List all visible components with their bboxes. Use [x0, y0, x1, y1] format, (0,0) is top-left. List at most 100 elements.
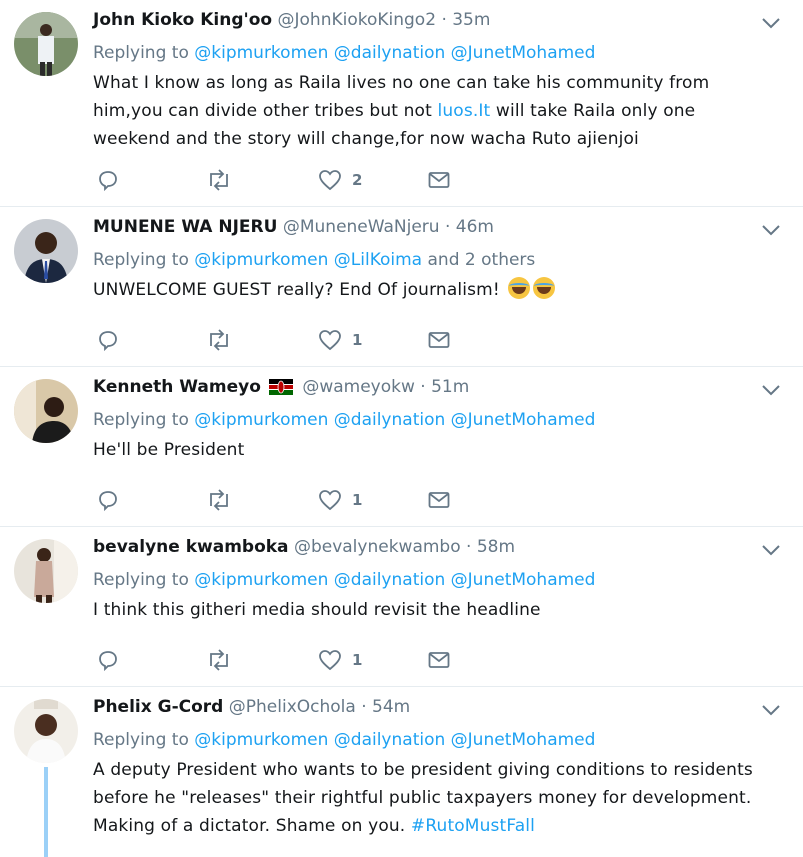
author-name[interactable]: Phelix G-Cord — [93, 697, 223, 717]
chevron-down-icon[interactable] — [761, 383, 781, 397]
reply-icon — [99, 331, 117, 352]
retweet-button[interactable] — [206, 328, 232, 352]
tweet[interactable]: bevalyne kwamboka @bevalynekwambo · 58m … — [0, 527, 803, 687]
retweet-button[interactable] — [206, 648, 232, 672]
mention-link[interactable]: @kipmurkomen — [194, 250, 328, 270]
mention-link[interactable]: @JunetMohamed — [451, 730, 596, 750]
replying-to: Replying to @kipmurkomen @dailynation @J… — [93, 408, 763, 432]
mention-link[interactable]: @kipmurkomen — [194, 410, 328, 430]
author-name[interactable]: MUNENE WA NJERU — [93, 217, 277, 237]
author-name[interactable]: bevalyne kwamboka — [93, 537, 289, 557]
chevron-down-icon[interactable] — [761, 16, 781, 30]
replying-label: Replying to — [93, 250, 189, 270]
message-button[interactable] — [427, 168, 451, 192]
tweet-text: He'll be President — [93, 440, 245, 460]
timestamp[interactable]: · 46m — [445, 217, 494, 237]
mention-link[interactable]: @JunetMohamed — [451, 43, 596, 63]
reply-button[interactable] — [96, 488, 120, 512]
avatar[interactable] — [14, 12, 78, 76]
replying-to: Replying to @kipmurkomen @LilKoima and 2… — [93, 248, 763, 272]
avatar[interactable] — [14, 539, 78, 603]
tweet-content: Kenneth Wameyo @wameyokw · 51m Replying … — [93, 375, 763, 464]
like-count: 2 — [352, 171, 363, 189]
mention-link[interactable]: @dailynation — [334, 43, 445, 63]
mention-link[interactable]: @dailynation — [334, 730, 445, 750]
retweet-button[interactable] — [206, 168, 232, 192]
author-handle[interactable]: @JohnKiokoKingo2 — [278, 10, 437, 30]
author-handle[interactable]: @MuneneWaNjeru — [283, 217, 440, 237]
mention-link[interactable]: @dailynation — [334, 410, 445, 430]
like-count: 1 — [352, 331, 363, 349]
like-count: 1 — [352, 651, 363, 669]
author-handle[interactable]: @wameyokw — [302, 377, 415, 397]
mention-link[interactable]: @LilKoima — [334, 250, 422, 270]
like-button[interactable]: 1 — [318, 648, 362, 672]
tweet[interactable]: MUNENE WA NJERU @MuneneWaNjeru · 46m Rep… — [0, 207, 803, 367]
reply-icon — [99, 171, 117, 192]
chevron-down-icon[interactable] — [761, 543, 781, 557]
tweet-content: bevalyne kwamboka @bevalynekwambo · 58m … — [93, 535, 763, 624]
message-button[interactable] — [427, 488, 451, 512]
author-handle[interactable]: @PhelixOchola — [229, 697, 356, 717]
envelope-icon — [428, 492, 450, 508]
replying-to: Replying to @kipmurkomen @dailynation @J… — [93, 41, 763, 65]
message-button[interactable] — [427, 328, 451, 352]
replying-label: Replying to — [93, 730, 189, 750]
like-button[interactable]: 1 — [318, 328, 362, 352]
envelope-icon — [428, 172, 450, 188]
author-name[interactable]: John Kioko King'oo — [93, 10, 272, 30]
avatar[interactable] — [14, 379, 78, 443]
like-count: 1 — [352, 491, 363, 509]
envelope-icon — [428, 332, 450, 348]
reply-button[interactable] — [96, 328, 120, 352]
author-handle[interactable]: @bevalynekwambo — [294, 537, 461, 557]
kenya-flag-icon — [268, 379, 293, 395]
laughing-emoji-icon — [533, 277, 556, 299]
reply-button[interactable] — [96, 648, 120, 672]
mention-link[interactable]: @kipmurkomen — [194, 43, 328, 63]
avatar[interactable] — [14, 219, 78, 283]
mention-link[interactable]: @kipmurkomen — [194, 570, 328, 590]
timestamp[interactable]: · 35m — [441, 10, 490, 30]
tweet-text: I think this githeri media should revisi… — [93, 600, 541, 620]
like-button[interactable]: 1 — [318, 488, 362, 512]
replying-to: Replying to @kipmurkomen @dailynation @J… — [93, 728, 763, 752]
tweet-text: A deputy President who wants to be presi… — [93, 756, 763, 840]
timestamp[interactable]: · 58m — [466, 537, 515, 557]
hashtag-link[interactable]: #RutoMustFall — [411, 816, 535, 836]
text-link[interactable]: luos.It — [437, 101, 490, 121]
reply-icon — [99, 651, 117, 672]
replying-label: Replying to — [93, 570, 189, 590]
tweet-header: bevalyne kwamboka @bevalynekwambo · 58m — [93, 535, 763, 559]
mention-link[interactable]: @kipmurkomen — [194, 730, 328, 750]
tweet-content: Phelix G-Cord @PhelixOchola · 54m Replyi… — [93, 695, 763, 840]
retweet-button[interactable] — [206, 488, 232, 512]
tweet-actions: 2 — [96, 168, 476, 192]
tweet-content: John Kioko King'oo @JohnKiokoKingo2 · 35… — [93, 8, 763, 153]
chevron-down-icon[interactable] — [761, 223, 781, 237]
retweet-icon — [210, 649, 228, 671]
tweet-content: MUNENE WA NJERU @MuneneWaNjeru · 46m Rep… — [93, 215, 763, 304]
tweet-text: UNWELCOME GUEST really? End Of journalis… — [93, 276, 763, 304]
mention-link[interactable]: @JunetMohamed — [451, 410, 596, 430]
author-name[interactable]: Kenneth Wameyo — [93, 377, 261, 397]
chevron-down-icon[interactable] — [761, 703, 781, 717]
thread-connector-line — [44, 767, 48, 857]
tweet[interactable]: John Kioko King'oo @JohnKiokoKingo2 · 35… — [0, 0, 803, 207]
mention-link[interactable]: @JunetMohamed — [451, 570, 596, 590]
like-button[interactable]: 2 — [318, 168, 362, 192]
laughing-emoji-icon — [508, 277, 531, 299]
retweet-icon — [210, 489, 228, 511]
timestamp[interactable]: · 54m — [361, 697, 410, 717]
timestamp[interactable]: · 51m — [420, 377, 469, 397]
tweet-actions: 1 — [96, 328, 476, 352]
tweet[interactable]: Kenneth Wameyo @wameyokw · 51m Replying … — [0, 367, 803, 527]
heart-icon — [319, 650, 341, 671]
avatar[interactable] — [14, 699, 78, 763]
reply-button[interactable] — [96, 168, 120, 192]
mention-link[interactable]: @dailynation — [334, 570, 445, 590]
and-others-label[interactable]: and 2 others — [428, 250, 536, 270]
message-button[interactable] — [427, 648, 451, 672]
envelope-icon — [428, 652, 450, 668]
tweet[interactable]: Phelix G-Cord @PhelixOchola · 54m Replyi… — [0, 687, 803, 857]
